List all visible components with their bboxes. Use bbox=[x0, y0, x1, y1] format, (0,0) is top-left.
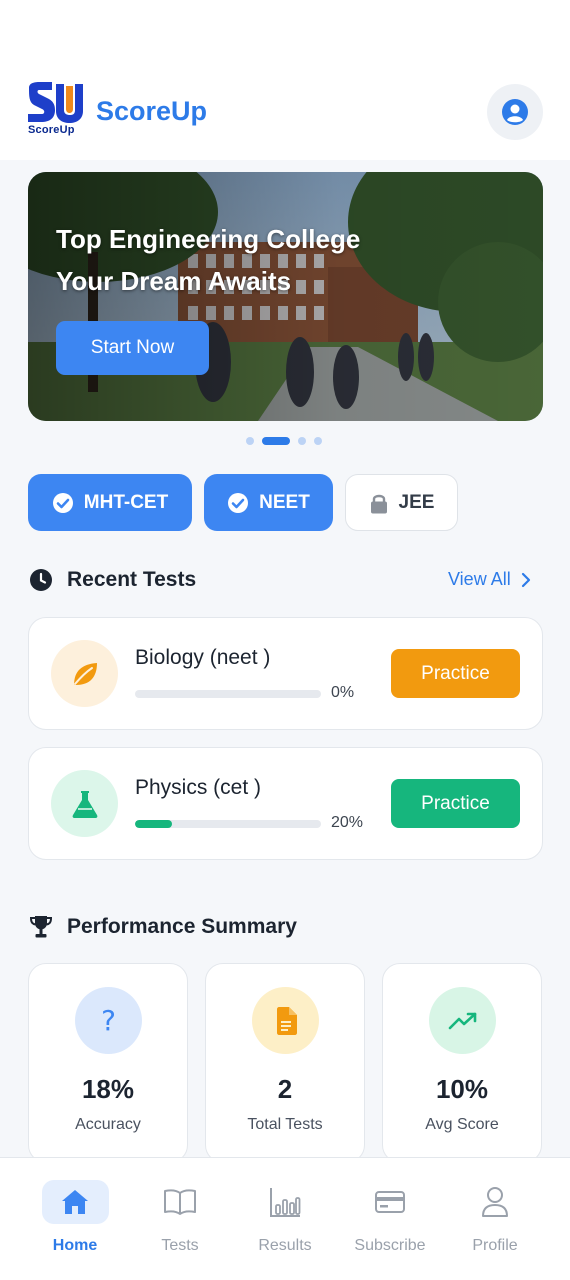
stat-card-avg-score: 10% Avg Score bbox=[382, 963, 542, 1163]
question-icon: ? bbox=[101, 1004, 116, 1037]
status-bar bbox=[0, 0, 570, 70]
nav-results[interactable]: Results bbox=[235, 1180, 335, 1255]
credit-card-icon bbox=[375, 1191, 405, 1213]
nav-label: Home bbox=[52, 1237, 98, 1254]
chevron-right-icon bbox=[521, 572, 530, 587]
lock-icon bbox=[369, 492, 389, 514]
stat-card-accuracy: ? 18% Accuracy bbox=[28, 963, 188, 1163]
stat-label: Total Tests bbox=[247, 1116, 323, 1133]
carousel-dot[interactable] bbox=[246, 437, 254, 445]
stat-icon-wrap: ? bbox=[75, 987, 142, 1054]
nav-icon-wrap bbox=[41, 1180, 109, 1224]
banner-subheadline: Your Dream Awaits bbox=[56, 266, 292, 296]
test-card[interactable]: Biology (neet ) 0% Practice bbox=[28, 617, 543, 730]
leaf-icon bbox=[73, 662, 97, 685]
nav-icon-wrap bbox=[462, 1180, 529, 1224]
trophy-icon bbox=[28, 914, 54, 940]
promo-banner[interactable]: Top Engineering College Your Dream Await… bbox=[28, 172, 543, 421]
stat-value: 10% bbox=[435, 1074, 489, 1104]
flask-icon bbox=[72, 790, 97, 818]
carousel-dot[interactable] bbox=[298, 437, 306, 445]
section-title: Recent Tests bbox=[67, 568, 197, 591]
logo-mark-icon bbox=[28, 82, 83, 123]
bar-chart-icon bbox=[270, 1188, 301, 1217]
app-logo: ScoreUp bbox=[26, 82, 86, 140]
recent-tests-heading: Recent Tests bbox=[28, 567, 196, 593]
bottom-nav: Home Tests Results Subscribe Profile bbox=[0, 1157, 570, 1280]
nav-tests[interactable]: Tests bbox=[130, 1180, 230, 1255]
performance-heading: Performance Summary bbox=[28, 914, 297, 940]
nav-label: Subscribe bbox=[354, 1237, 426, 1254]
test-card[interactable]: Physics (cet ) 20% Practice bbox=[28, 747, 543, 860]
stat-label: Accuracy bbox=[75, 1116, 141, 1133]
nav-label: Profile bbox=[472, 1237, 518, 1254]
chip-label: MHT-CET bbox=[83, 491, 169, 513]
view-all-label: View All bbox=[448, 569, 511, 589]
view-all-link[interactable]: View All bbox=[448, 569, 531, 590]
document-icon bbox=[276, 1006, 297, 1035]
home-icon bbox=[62, 1190, 88, 1214]
start-now-button[interactable]: Start Now bbox=[56, 321, 209, 375]
chip-label: JEE bbox=[398, 491, 435, 513]
stat-icon-wrap bbox=[252, 987, 319, 1054]
check-circle-icon bbox=[227, 492, 249, 514]
progress-percent: 20% bbox=[331, 814, 364, 831]
test-icon-wrap bbox=[51, 770, 118, 837]
test-name: Biology (neet ) bbox=[135, 646, 271, 669]
app-header: ScoreUp ScoreUp bbox=[0, 70, 570, 160]
banner-headline: Top Engineering College bbox=[56, 224, 361, 254]
section-title: Performance Summary bbox=[67, 915, 297, 938]
practice-button[interactable]: Practice bbox=[391, 649, 520, 698]
nav-profile[interactable]: Profile bbox=[445, 1180, 545, 1255]
book-icon bbox=[164, 1189, 196, 1215]
stat-value: 2 bbox=[277, 1074, 293, 1104]
progress-bar bbox=[135, 690, 321, 698]
nav-label: Results bbox=[258, 1237, 312, 1254]
clock-icon bbox=[28, 567, 54, 593]
chip-neet[interactable]: NEET bbox=[204, 474, 333, 531]
nav-home[interactable]: Home bbox=[25, 1180, 125, 1255]
stat-card-total-tests: 2 Total Tests bbox=[205, 963, 365, 1163]
chip-label: NEET bbox=[259, 491, 310, 513]
logo-wordmark: ScoreUp bbox=[28, 124, 75, 136]
check-circle-icon bbox=[52, 492, 74, 514]
test-icon-wrap bbox=[51, 640, 118, 707]
progress-percent: 0% bbox=[331, 684, 355, 701]
user-icon bbox=[482, 1187, 508, 1217]
app-title: ScoreUp bbox=[96, 96, 208, 126]
nav-icon-wrap bbox=[147, 1180, 214, 1224]
progress-fill bbox=[135, 820, 173, 828]
stat-icon-wrap bbox=[429, 987, 496, 1054]
user-circle-icon bbox=[502, 99, 528, 125]
nav-icon-wrap bbox=[252, 1180, 319, 1224]
progress-bar bbox=[135, 820, 321, 828]
test-name: Physics (cet ) bbox=[135, 776, 262, 799]
carousel-dot[interactable] bbox=[314, 437, 322, 445]
trending-up-icon bbox=[448, 1012, 476, 1029]
stat-label: Avg Score bbox=[425, 1116, 499, 1133]
carousel-dot-active[interactable] bbox=[262, 437, 290, 445]
nav-icon-wrap bbox=[357, 1180, 424, 1224]
practice-button[interactable]: Practice bbox=[391, 779, 520, 828]
nav-subscribe[interactable]: Subscribe bbox=[340, 1180, 440, 1255]
stat-value: 18% bbox=[81, 1074, 135, 1104]
profile-button[interactable] bbox=[487, 84, 543, 140]
chip-jee[interactable]: JEE bbox=[345, 474, 458, 531]
chip-mht-cet[interactable]: MHT-CET bbox=[28, 474, 192, 531]
nav-label: Tests bbox=[161, 1237, 199, 1254]
